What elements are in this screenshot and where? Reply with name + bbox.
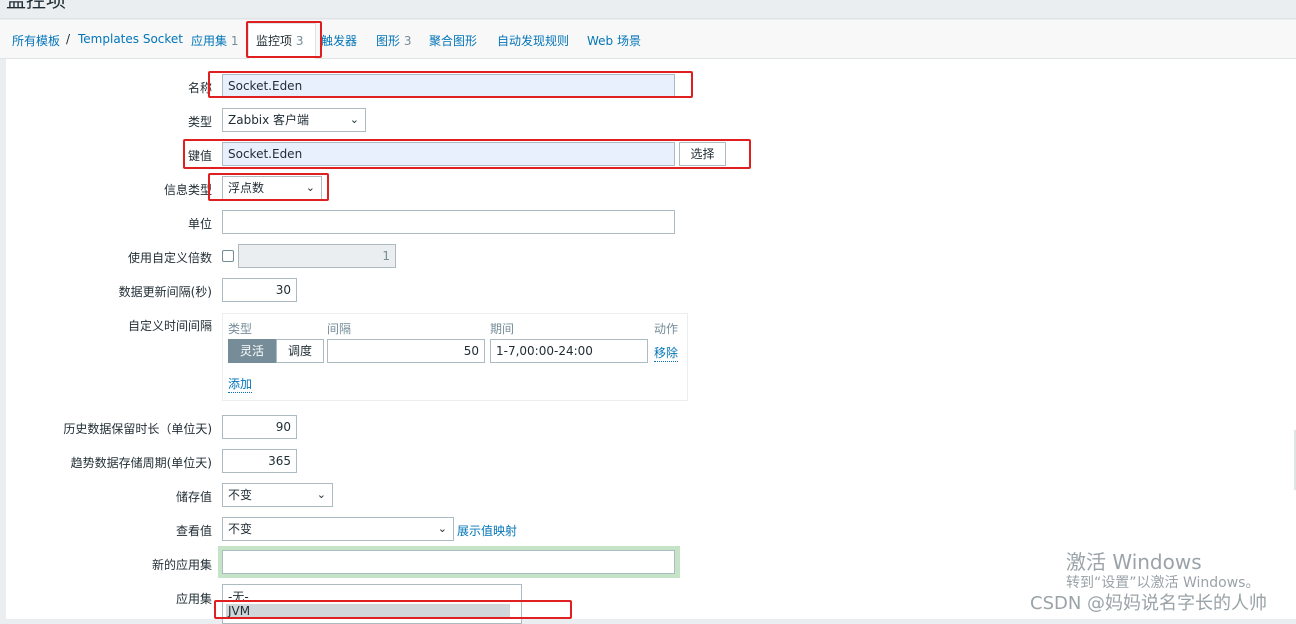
history-label: 历史数据保留时长（单位天) xyxy=(63,422,212,436)
chevron-down-icon: ⌄ xyxy=(316,488,326,501)
units-label: 单位 xyxy=(187,217,212,231)
list-item[interactable]: JVM xyxy=(226,604,510,618)
chevron-down-icon: ⌄ xyxy=(437,522,447,535)
select-key-button[interactable]: 选择 xyxy=(679,142,726,166)
tab-web[interactable]: Web 场景 xyxy=(587,32,641,49)
tab-screens[interactable]: 聚合图形 xyxy=(429,32,477,49)
tab-applications-label: 应用集 xyxy=(191,34,228,48)
update-interval-input[interactable]: 30 xyxy=(222,278,297,302)
multiplier-checkbox[interactable] xyxy=(222,250,234,262)
store-value-label: 储存值 xyxy=(175,490,212,504)
page-title: 监控项 xyxy=(6,0,66,12)
name-input[interactable]: Socket.Eden xyxy=(222,74,675,98)
tab-items[interactable]: 监控项 3 xyxy=(256,32,303,49)
tab-items-label: 监控项 xyxy=(256,34,293,48)
multiplier-input: 1 xyxy=(238,244,396,268)
breadcrumb-all-templates[interactable]: 所有模板 xyxy=(12,32,60,49)
new-application-input[interactable] xyxy=(222,550,675,574)
units-input[interactable] xyxy=(222,210,675,234)
custom-intervals-table: 类型 间隔 期间 动作 灵活 调度 50 1-7,00:00-24:00 移除 … xyxy=(222,313,688,401)
show-value-select-value: 不变 xyxy=(228,522,253,536)
type-select[interactable]: Zabbix 客户端 ⌄ xyxy=(222,108,366,132)
flexible-segment[interactable]: 灵活 xyxy=(228,339,276,363)
key-input[interactable]: Socket.Eden xyxy=(222,142,675,166)
applications-listbox[interactable]: -无- JVM xyxy=(222,584,522,624)
col-period-header: 期间 xyxy=(490,322,515,336)
csdn-watermark: CSDN @妈妈说名字长的人帅 xyxy=(1030,593,1268,614)
info-type-select[interactable]: 浮点数 ⌄ xyxy=(222,176,322,200)
info-type-label: 信息类型 xyxy=(163,183,212,197)
tab-graphs-label: 图形 xyxy=(376,34,401,48)
value-mapping-link[interactable]: 展示值映射 xyxy=(457,522,517,539)
type-select-value: Zabbix 客户端 xyxy=(228,113,310,127)
breadcrumb-template-name[interactable]: Templates Socket xyxy=(78,32,183,46)
custom-intervals-label: 自定义时间间隔 xyxy=(127,319,212,333)
chevron-down-icon: ⌄ xyxy=(349,113,359,126)
trends-input[interactable]: 365 xyxy=(222,449,297,473)
store-value-select-value: 不变 xyxy=(228,488,253,502)
trends-label: 趋势数据存储周期(单位天) xyxy=(70,456,212,470)
col-interval-header: 间隔 xyxy=(327,322,352,336)
key-label: 键值 xyxy=(187,149,212,163)
tab-discovery[interactable]: 自动发现规则 xyxy=(497,32,569,49)
col-type-header: 类型 xyxy=(228,322,253,336)
divider xyxy=(0,18,1296,19)
col-action-header: 动作 xyxy=(654,322,679,336)
applications-label: 应用集 xyxy=(175,592,212,606)
list-item[interactable]: -无- xyxy=(228,588,249,605)
chevron-down-icon: ⌄ xyxy=(305,181,315,194)
breadcrumb-separator: / xyxy=(66,32,71,46)
remove-interval-link[interactable]: 移除 xyxy=(654,344,679,362)
add-interval-link[interactable]: 添加 xyxy=(228,375,253,393)
tab-applications[interactable]: 应用集 1 xyxy=(191,32,238,49)
name-label: 名称 xyxy=(187,81,212,95)
period-input[interactable]: 1-7,00:00-24:00 xyxy=(490,339,648,363)
history-input[interactable]: 90 xyxy=(222,415,297,439)
activation-watermark-title: 激活 Windows xyxy=(1066,550,1202,574)
show-value-label: 查看值 xyxy=(175,524,212,538)
update-interval-label: 数据更新间隔(秒) xyxy=(118,285,212,299)
info-type-select-value: 浮点数 xyxy=(228,181,265,195)
tab-graphs[interactable]: 图形 3 xyxy=(376,32,411,49)
interval-input[interactable]: 50 xyxy=(327,339,485,363)
template-nav: 所有模板 / Templates Socket 应用集 1 监控项 3 触发器 … xyxy=(0,20,1296,59)
store-value-select[interactable]: 不变 ⌄ xyxy=(222,483,333,507)
multiplier-label: 使用自定义倍数 xyxy=(127,251,212,265)
tab-triggers[interactable]: 触发器 xyxy=(321,32,357,49)
show-value-select[interactable]: 不变 ⌄ xyxy=(222,517,454,541)
type-label: 类型 xyxy=(187,115,212,129)
scheduling-segment[interactable]: 调度 xyxy=(276,339,324,363)
new-application-label: 新的应用集 xyxy=(151,558,212,572)
tab-graphs-count: 3 xyxy=(403,34,412,48)
tab-applications-count: 1 xyxy=(230,34,239,48)
tab-items-count: 3 xyxy=(295,34,304,48)
